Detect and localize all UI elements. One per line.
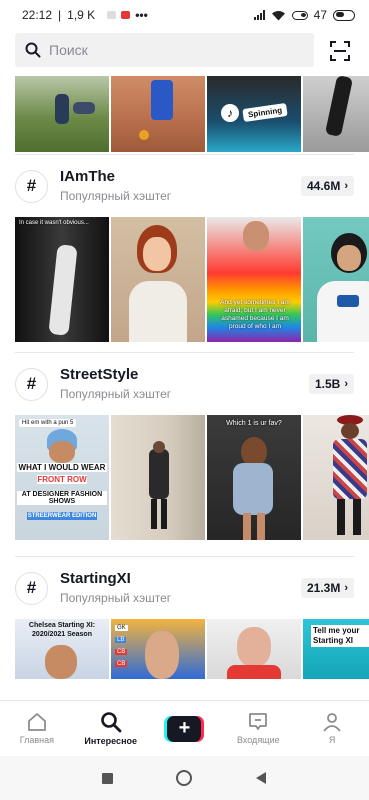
hashtag-header-iamthe[interactable]: # IAmThe Популярный хэштег 44.6M › bbox=[0, 155, 369, 217]
hashtag-icon: # bbox=[15, 367, 48, 401]
nav-inbox-label: Входящие bbox=[236, 735, 280, 745]
video-thumbnail[interactable] bbox=[111, 415, 205, 540]
hashtag-name: StreetStyle bbox=[60, 366, 139, 383]
video-thumbnail[interactable] bbox=[303, 76, 369, 152]
search-bar[interactable] bbox=[15, 33, 314, 67]
hashtag-view-count[interactable]: 1.5B › bbox=[308, 374, 354, 394]
status-time: 22:12 bbox=[22, 8, 53, 22]
video-thumbnail[interactable] bbox=[15, 76, 109, 152]
scan-qr-icon[interactable] bbox=[329, 40, 351, 62]
video-thumbnail[interactable] bbox=[303, 415, 369, 540]
video-thumbnail[interactable] bbox=[111, 217, 205, 342]
battery-percent: 47 bbox=[313, 8, 327, 22]
nav-discover[interactable]: Интересное bbox=[74, 701, 148, 757]
notification-icons: ••• bbox=[107, 8, 148, 22]
startingxi-video-row: Chelsea Starting XI: 2020/2021 Season GK… bbox=[0, 619, 369, 679]
chevron-right-icon: › bbox=[344, 378, 348, 390]
recent-apps-button[interactable] bbox=[101, 772, 113, 784]
plus-icon: + bbox=[167, 715, 202, 742]
search-icon bbox=[25, 42, 41, 58]
video-thumbnail[interactable]: ♪ Spinning bbox=[207, 76, 301, 152]
status-bar: 22:12 | 1,9 K ••• 47 bbox=[0, 0, 369, 30]
video-thumbnail[interactable]: GK LB CB CB bbox=[111, 619, 205, 679]
nav-discover-label: Интересное bbox=[84, 736, 138, 746]
nav-profile-label: Я bbox=[328, 735, 336, 745]
nav-inbox[interactable]: Входящие bbox=[221, 701, 295, 757]
hashtag-view-count[interactable]: 44.6M › bbox=[300, 176, 354, 196]
tiktok-logo-icon: ♪ bbox=[221, 104, 239, 122]
youtube-icon bbox=[121, 11, 131, 19]
hashtag-icon: # bbox=[15, 169, 48, 203]
video-thumbnail[interactable]: Chelsea Starting XI: 2020/2021 Season bbox=[15, 619, 109, 679]
toggle-icon bbox=[291, 10, 308, 20]
video-thumbnail[interactable]: Tell me your Starting XI bbox=[303, 619, 369, 679]
signal-icon bbox=[253, 10, 265, 20]
spinning-label: Spinning bbox=[242, 102, 288, 123]
nav-profile[interactable]: Я bbox=[295, 701, 369, 757]
hashtag-view-count[interactable]: 21.3M › bbox=[300, 578, 354, 598]
video-thumbnail[interactable] bbox=[207, 619, 301, 679]
video-thumbnail[interactable]: Hit em with a pun 5 WHAT I WOULD WEAR FR… bbox=[15, 415, 109, 540]
chevron-right-icon: › bbox=[344, 582, 348, 594]
battery-icon bbox=[333, 9, 355, 21]
nav-home-label: Главная bbox=[19, 735, 55, 745]
hashtag-subtitle: Популярный хэштег bbox=[60, 591, 172, 605]
hashtag-icon: # bbox=[15, 571, 48, 605]
notification-icon-1 bbox=[107, 11, 117, 19]
bottom-navigation: Главная Интересное + Входящие Я bbox=[0, 700, 369, 756]
iamthe-video-row: In case it wasn't obvious... And yet som… bbox=[0, 217, 369, 342]
video-thumbnail[interactable]: And yet sometimes I am afraid, but I am … bbox=[207, 217, 301, 342]
wifi-icon bbox=[271, 10, 285, 20]
chevron-right-icon: › bbox=[344, 180, 348, 192]
hashtag-header-startingxi[interactable]: # StartingXI Популярный хэштег 21.3M › bbox=[0, 557, 369, 619]
system-navigation-bar bbox=[0, 756, 369, 800]
status-speed: 1,9 K bbox=[67, 8, 96, 22]
hashtag-name: StartingXI bbox=[60, 570, 131, 587]
hashtag-name: IAmThe bbox=[60, 168, 116, 185]
home-button[interactable] bbox=[175, 770, 192, 786]
search-input[interactable] bbox=[49, 42, 279, 58]
create-video-button[interactable]: + bbox=[164, 715, 205, 742]
video-thumbnail[interactable]: Which 1 is ur fav? bbox=[207, 415, 301, 540]
nav-create[interactable]: + bbox=[148, 701, 222, 757]
inbox-icon bbox=[249, 713, 268, 730]
home-icon bbox=[27, 713, 46, 731]
profile-icon bbox=[323, 713, 341, 732]
video-thumbnail[interactable] bbox=[111, 76, 205, 152]
nav-home[interactable]: Главная bbox=[0, 701, 74, 757]
hashtag-header-streetstyle[interactable]: # StreetStyle Популярный хэштег 1.5B › bbox=[0, 353, 369, 415]
video-thumbnail[interactable]: In case it wasn't obvious... bbox=[15, 217, 109, 342]
hashtag-subtitle: Популярный хэштег bbox=[60, 189, 172, 203]
streetstyle-video-row: Hit em with a pun 5 WHAT I WOULD WEAR FR… bbox=[0, 415, 369, 540]
back-button[interactable] bbox=[255, 771, 267, 785]
search-icon bbox=[100, 712, 122, 733]
discover-feed[interactable]: ♪ Spinning # IAmThe Популярный хэштег 44… bbox=[0, 76, 369, 700]
hashtag-subtitle: Популярный хэштег bbox=[60, 387, 172, 401]
more-icon: ••• bbox=[135, 8, 148, 22]
video-thumbnail[interactable] bbox=[303, 217, 369, 342]
top-video-row: ♪ Spinning bbox=[0, 76, 369, 152]
